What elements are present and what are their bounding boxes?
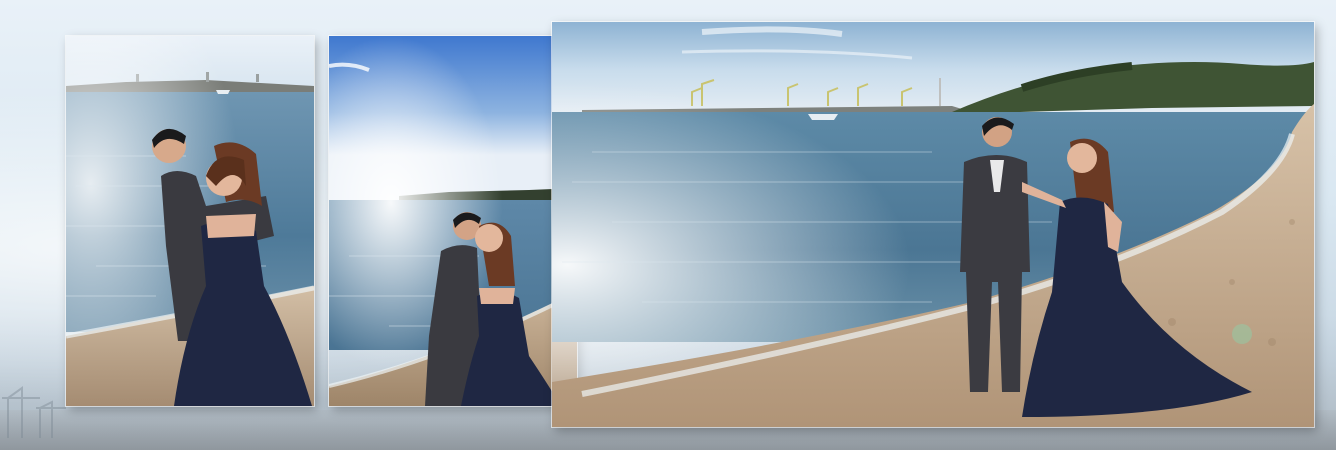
photo-couple-kiss [329, 36, 577, 406]
photo-couple-embrace [66, 36, 314, 406]
background-cranes [2, 386, 66, 438]
photo-couple-facing [552, 22, 1314, 427]
